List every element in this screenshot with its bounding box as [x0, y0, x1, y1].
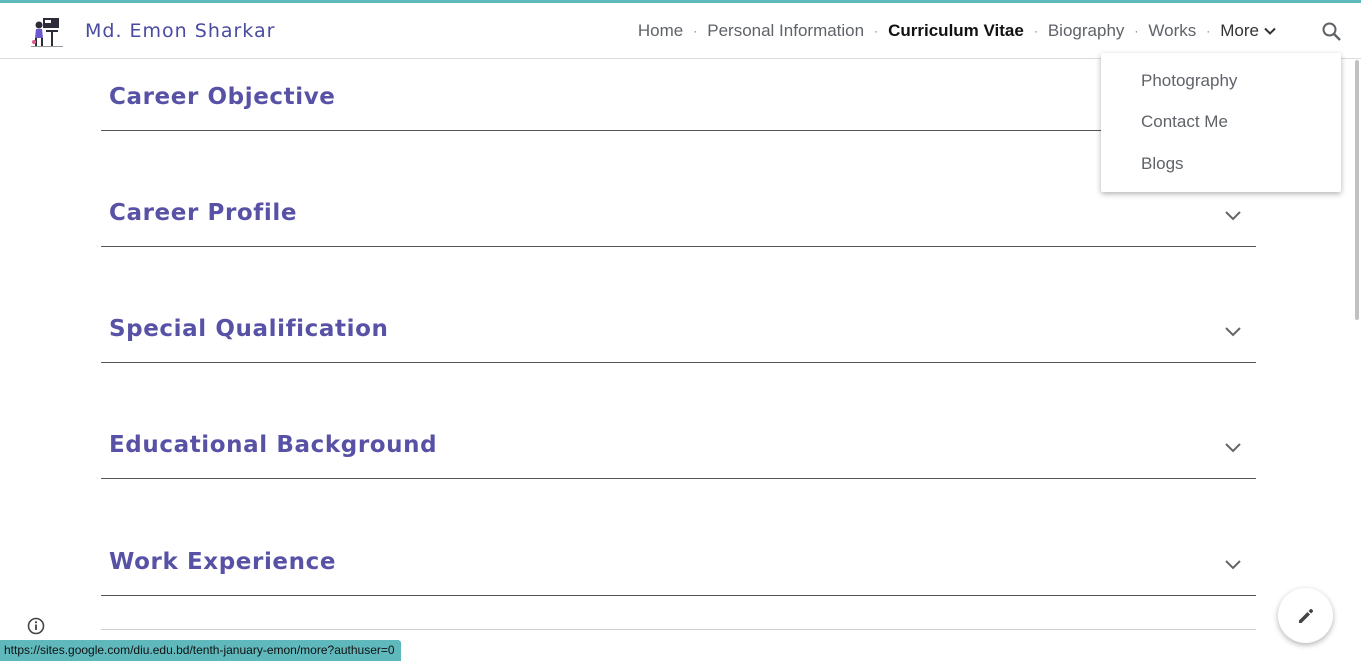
info-icon[interactable] [27, 617, 45, 639]
section-divider [101, 629, 1256, 630]
section-educational-background[interactable]: Educational Background [101, 363, 1256, 479]
chevron-down-icon[interactable] [1224, 326, 1242, 338]
chevron-down-icon [1264, 27, 1276, 35]
site-logo-icon[interactable] [30, 16, 64, 48]
section-title: Career Objective [109, 84, 336, 110]
section-career-objective[interactable]: Career Objective [101, 15, 1256, 131]
menu-item-photography[interactable]: Photography [1141, 71, 1237, 91]
edit-button[interactable] [1278, 588, 1333, 643]
chevron-down-icon[interactable] [1224, 559, 1242, 571]
search-icon[interactable] [1321, 21, 1343, 47]
section-special-qualification[interactable]: Special Qualification [101, 247, 1256, 363]
status-bar-url: https://sites.google.com/diu.edu.bd/tent… [0, 640, 401, 661]
section-title: Career Profile [109, 200, 298, 226]
section-work-experience[interactable]: Work Experience [101, 479, 1256, 596]
section-title: Special Qualification [109, 316, 389, 342]
menu-item-blogs[interactable]: Blogs [1141, 154, 1184, 174]
edit-pencil-icon [1298, 608, 1313, 623]
menu-item-contact-me[interactable]: Contact Me [1141, 112, 1228, 132]
section-career-profile[interactable]: Career Profile [101, 131, 1256, 247]
chevron-down-icon[interactable] [1224, 442, 1242, 454]
more-dropdown-menu: Photography Contact Me Blogs [1101, 53, 1341, 192]
section-title: Work Experience [109, 549, 337, 575]
section-title: Educational Background [109, 432, 438, 458]
scrollbar-thumb[interactable] [1355, 60, 1359, 320]
chevron-down-icon[interactable] [1224, 210, 1242, 222]
